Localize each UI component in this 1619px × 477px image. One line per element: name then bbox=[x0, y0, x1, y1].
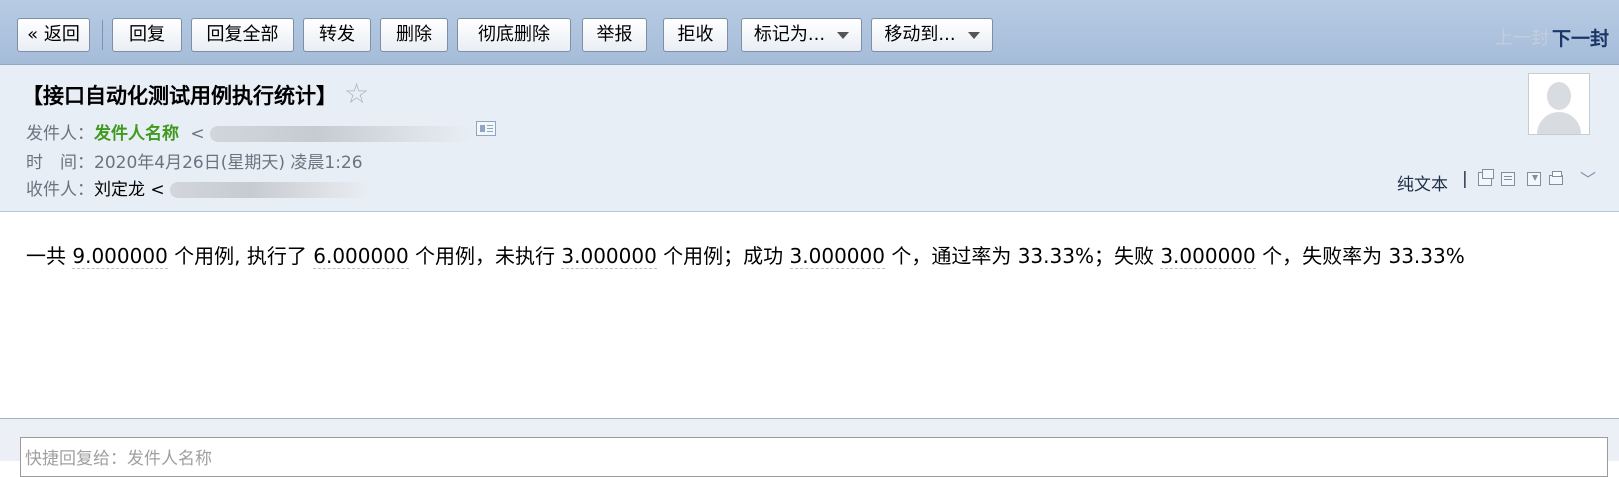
total-cases-value: 9.000000 bbox=[72, 244, 168, 269]
mail-body: 一共 9.000000 个用例, 执行了 6.000000 个用例，未执行 3.… bbox=[26, 240, 1465, 269]
reply-button[interactable]: 回复 bbox=[112, 18, 182, 52]
sender-label: 发件人： bbox=[26, 124, 94, 144]
report-button[interactable]: 举报 bbox=[582, 18, 647, 52]
mark-as-label: 标记为... bbox=[753, 24, 826, 45]
mail-header: 【接口自动化测试用例执行统计】 ☆ 发件人：发件人名称 < 时 间：2020年4… bbox=[0, 65, 1619, 212]
success-count-value: 3.000000 bbox=[789, 244, 885, 269]
mail-toolbar: « 返回 回复 回复全部 转发 删除 彻底删除 举报 拒收 标记为... 移动到… bbox=[0, 0, 1619, 65]
star-icon[interactable]: ☆ bbox=[344, 77, 369, 110]
new-window-icon[interactable] bbox=[1478, 169, 1494, 186]
contact-card-icon[interactable] bbox=[476, 121, 496, 136]
reply-all-button[interactable]: 回复全部 bbox=[191, 18, 294, 52]
plain-text-link[interactable]: 纯文本 bbox=[1397, 170, 1448, 195]
body-text: 个，失败率为 33.33% bbox=[1255, 244, 1465, 268]
next-mail-link[interactable]: 下一封 bbox=[1552, 24, 1609, 51]
time-value: 2020年4月26日(星期天) 凌晨1:26 bbox=[94, 153, 363, 173]
reject-button[interactable]: 拒收 bbox=[663, 18, 728, 52]
not-executed-value: 3.000000 bbox=[561, 244, 657, 269]
mark-as-dropdown[interactable]: 标记为... bbox=[741, 18, 862, 52]
sender-name[interactable]: 发件人名称 bbox=[94, 124, 179, 144]
recipient-label: 收件人： bbox=[26, 180, 94, 200]
quick-reply-input[interactable]: 快捷回复给：发件人名称 bbox=[20, 437, 1608, 477]
download-icon[interactable] bbox=[1527, 172, 1541, 186]
chevron-down-icon bbox=[837, 31, 850, 39]
back-button[interactable]: « 返回 bbox=[17, 18, 90, 52]
sender-address-redacted bbox=[210, 126, 473, 142]
view-source-icon[interactable] bbox=[1501, 172, 1515, 186]
toolbar-divider bbox=[102, 20, 103, 50]
print-icon[interactable] bbox=[1549, 171, 1563, 185]
header-divider: | bbox=[1462, 169, 1468, 189]
recipient-row: 收件人：刘定龙 < bbox=[26, 175, 371, 200]
mail-subject: 【接口自动化测试用例执行统计】 bbox=[22, 84, 337, 108]
sender-row: 发件人：发件人名称 < bbox=[26, 119, 473, 144]
body-text: 个用例，未执行 bbox=[408, 244, 562, 268]
body-text: 个用例；成功 bbox=[656, 244, 790, 268]
body-text: 一共 bbox=[26, 244, 73, 268]
time-row: 时 间：2020年4月26日(星期天) 凌晨1:26 bbox=[26, 148, 363, 173]
failed-count-value: 3.000000 bbox=[1160, 244, 1256, 269]
sender-avatar bbox=[1528, 73, 1590, 135]
body-text: 个用例, 执行了 bbox=[167, 244, 314, 268]
delete-permanently-button[interactable]: 彻底删除 bbox=[457, 18, 571, 52]
time-label: 时 间： bbox=[26, 153, 94, 173]
expand-icon[interactable]: ﹀ bbox=[1580, 166, 1596, 190]
delete-button[interactable]: 删除 bbox=[380, 18, 448, 52]
executed-cases-value: 6.000000 bbox=[313, 244, 409, 269]
chevron-down-icon bbox=[967, 31, 980, 39]
body-text: 个，通过率为 33.33%；失败 bbox=[884, 244, 1161, 268]
recipient-address-open: < bbox=[150, 180, 165, 200]
recipient-name[interactable]: 刘定龙 bbox=[94, 180, 145, 200]
sender-address-open: < bbox=[190, 124, 205, 144]
move-to-label: 移动到... bbox=[884, 24, 956, 45]
forward-button[interactable]: 转发 bbox=[303, 18, 371, 52]
prev-mail-link[interactable]: 上一封 bbox=[1495, 24, 1549, 50]
quick-reply-area: 快捷回复给：发件人名称 bbox=[0, 418, 1619, 477]
move-to-dropdown[interactable]: 移动到... bbox=[871, 18, 993, 52]
recipient-address-redacted bbox=[170, 182, 371, 198]
